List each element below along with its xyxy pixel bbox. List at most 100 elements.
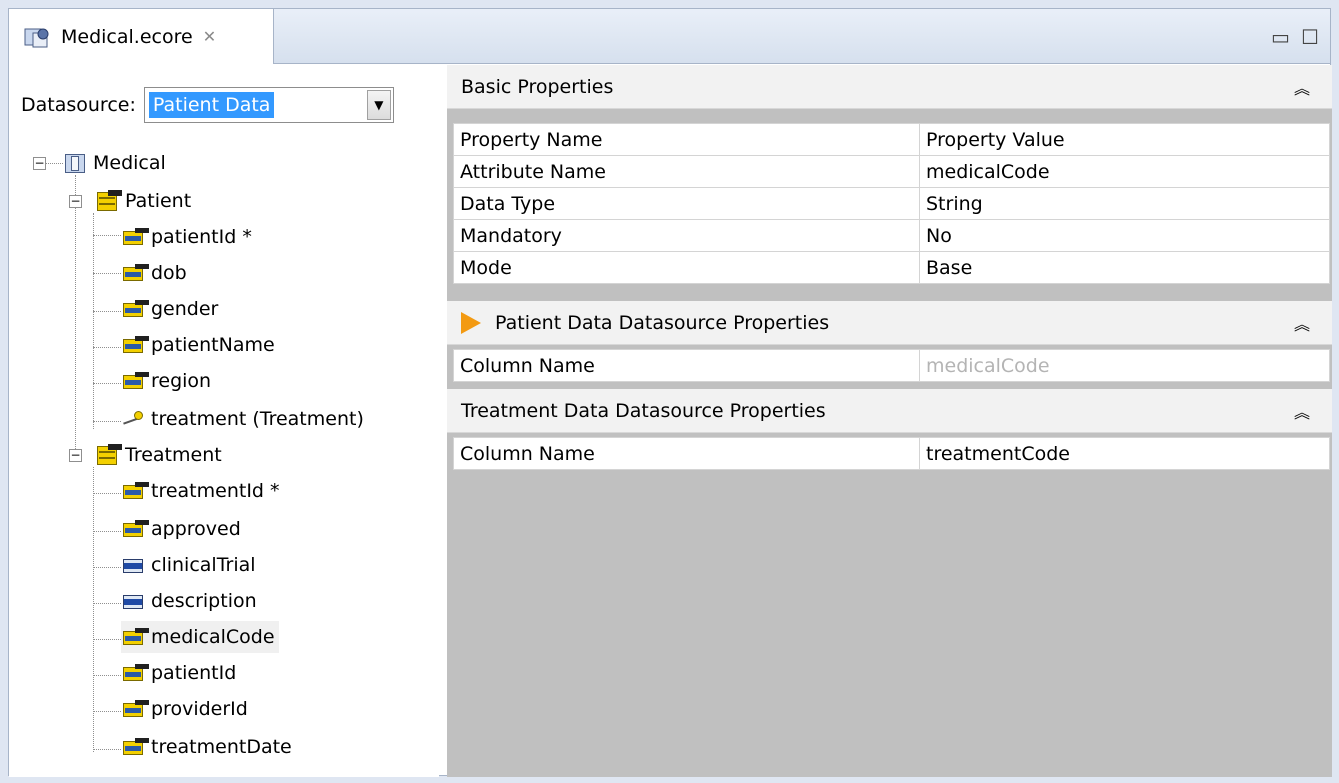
- column-header: Property Name: [453, 123, 920, 156]
- property-name: Data Type: [453, 187, 920, 220]
- property-name: Mode: [453, 251, 920, 284]
- tree-node-attribute[interactable]: patientId: [121, 657, 236, 689]
- section-title: Basic Properties: [461, 75, 614, 98]
- attribute-icon: [121, 518, 149, 540]
- active-datasource-arrow-icon: [461, 311, 481, 334]
- treatment-datasource-header[interactable]: Treatment Data Datasource Properties ︽: [447, 389, 1332, 433]
- collapse-section-icon[interactable]: ︽: [1294, 399, 1310, 423]
- attribute-icon: [121, 334, 149, 356]
- model-tree-panel: Datasource: Patient Data ▼ − Medical − P…: [9, 65, 439, 777]
- tree-node-label: Medical: [93, 152, 166, 174]
- chevron-down-icon[interactable]: ▼: [366, 90, 391, 120]
- tree-node-label: dob: [151, 262, 187, 284]
- tree-node-attribute-selected[interactable]: medicalCode: [121, 621, 279, 653]
- tree-node-attribute[interactable]: providerId: [121, 693, 248, 725]
- table-row[interactable]: Column Name treatmentCode: [453, 437, 1330, 470]
- property-value[interactable]: medicalCode: [919, 155, 1330, 188]
- tree-node-label: patientName: [151, 334, 275, 356]
- minimize-icon[interactable]: ▭: [1271, 25, 1290, 49]
- patient-datasource-header[interactable]: Patient Data Datasource Properties ︽: [447, 301, 1332, 345]
- tree-node-attribute[interactable]: treatmentId *: [121, 475, 280, 507]
- reference-icon: [121, 408, 145, 430]
- tree-node-reference[interactable]: treatment (Treatment): [121, 403, 364, 435]
- tree-node-treatment[interactable]: Treatment: [95, 439, 222, 471]
- collapse-section-icon[interactable]: ︽: [1294, 75, 1310, 99]
- tree-node-label: treatmentId *: [151, 480, 280, 502]
- column-header: Property Value: [919, 123, 1330, 156]
- tree-node-label: description: [151, 590, 257, 612]
- datasource-row: Datasource: Patient Data ▼: [21, 87, 394, 123]
- close-icon[interactable]: ✕: [203, 27, 216, 46]
- attribute-icon: [121, 480, 149, 502]
- property-name: Mandatory: [453, 219, 920, 252]
- editor-tab-label: Medical.ecore: [61, 25, 193, 48]
- maximize-icon[interactable]: ☐: [1301, 25, 1319, 49]
- attribute-icon: [121, 262, 149, 284]
- tree-node-label: medicalCode: [151, 626, 275, 648]
- datasource-select[interactable]: Patient Data ▼: [143, 87, 394, 123]
- table-header-row: Property Name Property Value: [453, 123, 1330, 156]
- collapse-patient-toggle[interactable]: −: [69, 195, 82, 208]
- tree-node-label: Treatment: [125, 444, 222, 466]
- table-row[interactable]: Attribute Name medicalCode: [453, 155, 1330, 188]
- editor-window: Medical.ecore ✕ ▭ ☐ Datasource: Patient …: [8, 8, 1332, 777]
- attribute-icon: [121, 554, 145, 576]
- tree-node-label: region: [151, 370, 212, 392]
- attribute-icon: [121, 590, 145, 612]
- table-row[interactable]: Data Type String: [453, 187, 1330, 220]
- tree-node-label: treatmentDate: [151, 736, 292, 758]
- tree-node-label: patientId: [151, 662, 237, 684]
- ecore-file-icon: [23, 25, 53, 49]
- class-icon: [95, 444, 122, 466]
- tree-node-attribute[interactable]: patientName: [121, 329, 275, 361]
- property-value[interactable]: treatmentCode: [919, 437, 1330, 470]
- tree-node-label: gender: [151, 298, 219, 320]
- editor-tab[interactable]: Medical.ecore ✕: [9, 9, 274, 64]
- class-icon: [95, 190, 122, 212]
- tree-node-label: patientId *: [151, 226, 252, 248]
- tree-node-label: providerId: [151, 698, 248, 720]
- property-name: Column Name: [453, 437, 920, 470]
- editor-tabbar: Medical.ecore ✕ ▭ ☐: [9, 9, 1330, 64]
- attribute-icon: [121, 226, 149, 248]
- tree-node-attribute[interactable]: region: [121, 365, 211, 397]
- tree-node-attribute[interactable]: clinicalTrial: [121, 549, 256, 581]
- basic-properties-header[interactable]: Basic Properties ︽: [447, 65, 1332, 109]
- tree-node-attribute[interactable]: dob: [121, 257, 187, 289]
- table-row[interactable]: Mandatory No: [453, 219, 1330, 252]
- collapse-treatment-toggle[interactable]: −: [69, 449, 82, 462]
- attribute-icon: [121, 662, 149, 684]
- tree-node-attribute[interactable]: patientId *: [121, 221, 252, 253]
- datasource-label: Datasource:: [21, 94, 136, 116]
- section-title: Patient Data Datasource Properties: [495, 311, 830, 334]
- tree-node-attribute[interactable]: gender: [121, 293, 218, 325]
- basic-properties-table: Property Name Property Value Attribute N…: [453, 123, 1330, 284]
- table-row[interactable]: Mode Base: [453, 251, 1330, 284]
- table-row[interactable]: Column Name medicalCode: [453, 349, 1330, 382]
- tree-node-label: approved: [151, 518, 241, 540]
- property-name: Attribute Name: [453, 155, 920, 188]
- collapse-section-icon[interactable]: ︽: [1294, 311, 1310, 335]
- tree-node-label: clinicalTrial: [151, 554, 256, 576]
- properties-panel: Basic Properties ︽ Property Name Propert…: [447, 65, 1332, 777]
- tree-node-attribute[interactable]: description: [121, 585, 257, 617]
- collapse-medical-toggle[interactable]: −: [33, 157, 46, 170]
- package-icon: [63, 152, 87, 174]
- tree-node-medical[interactable]: Medical: [63, 147, 166, 179]
- treatment-datasource-table: Column Name treatmentCode: [453, 437, 1330, 470]
- tree-node-attribute[interactable]: treatmentDate: [121, 731, 292, 763]
- property-value[interactable]: medicalCode: [919, 349, 1330, 382]
- property-value[interactable]: String: [919, 187, 1330, 220]
- attribute-icon: [121, 736, 149, 758]
- attribute-icon: [121, 626, 149, 648]
- property-value[interactable]: Base: [919, 251, 1330, 284]
- tree-node-label: treatment (Treatment): [151, 408, 364, 430]
- tree-node-patient[interactable]: Patient: [95, 185, 191, 217]
- property-value[interactable]: No: [919, 219, 1330, 252]
- patient-datasource-table: Column Name medicalCode: [453, 349, 1330, 382]
- property-name: Column Name: [453, 349, 920, 382]
- tree-node-label: Patient: [125, 190, 192, 212]
- attribute-icon: [121, 370, 149, 392]
- datasource-selected-value: Patient Data: [148, 92, 275, 118]
- tree-node-attribute[interactable]: approved: [121, 513, 241, 545]
